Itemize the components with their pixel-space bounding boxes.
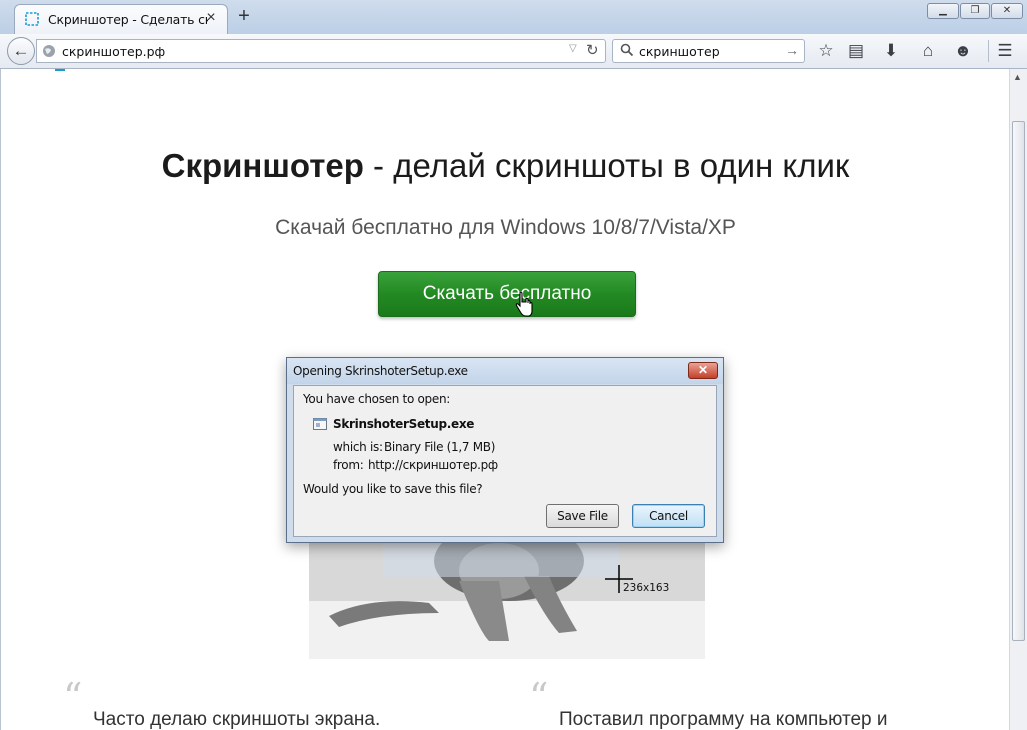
selection-overlay: [383, 539, 619, 577]
window-close-button[interactable]: ✕: [991, 3, 1023, 19]
star-icon[interactable]: ☆: [815, 41, 837, 61]
scroll-up-arrow-icon[interactable]: ▲: [1013, 72, 1022, 82]
quote-mark-icon: “: [529, 675, 549, 719]
smiley-icon[interactable]: ☻: [952, 41, 974, 61]
reading-list-icon[interactable]: ▤: [845, 41, 867, 61]
back-arrow-icon: ←: [12, 41, 30, 60]
tab-close-icon[interactable]: ×: [203, 9, 219, 27]
dialog-filename: SkrinshoterSetup.exe: [333, 417, 475, 431]
save-question: Would you like to save this file?: [303, 482, 483, 496]
address-bar[interactable]: скриншотер.рф ▽ ↻: [36, 39, 606, 63]
testimonial-right-text: Поставил программу на компьютер и: [559, 709, 888, 730]
selection-size-label: 236x163: [623, 582, 670, 594]
tab-title: Скриншотер - Сделать ск...: [48, 12, 208, 27]
home-icon[interactable]: ⌂: [917, 41, 939, 61]
maximize-button[interactable]: ❐: [960, 3, 990, 19]
globe-icon: [43, 45, 55, 57]
scrollbar-thumb[interactable]: [1012, 121, 1025, 641]
cancel-button[interactable]: Cancel: [632, 504, 705, 528]
reload-icon[interactable]: ↻: [586, 41, 599, 59]
quote-mark-icon: “: [63, 675, 83, 719]
search-bar[interactable]: скриншотер →: [612, 39, 805, 63]
toolbar-separator: [988, 40, 989, 62]
testimonial-left-text: Часто делаю скриншоты экрана.: [93, 709, 381, 730]
chosen-to-open-label: You have chosen to open:: [303, 392, 451, 406]
save-file-button[interactable]: Save File: [546, 504, 619, 528]
headline-brand: Скриншотер: [161, 147, 364, 184]
download-icon[interactable]: ⬇: [880, 41, 902, 61]
navigation-toolbar: ← скриншотер.рф ▽ ↻ скриншотер → ☆ ▤ ⬇ ⌂…: [0, 34, 1027, 69]
download-dialog: Opening SkrinshoterSetup.exe ✕ You have …: [286, 357, 724, 543]
dialog-title: Opening SkrinshoterSetup.exe: [293, 364, 468, 378]
url-text: скриншотер.рф: [62, 44, 166, 59]
back-button[interactable]: ←: [7, 37, 35, 65]
page-subheadline: Скачай бесплатно для Windows 10/8/7/Vist…: [275, 216, 736, 239]
site-logo[interactable]: [25, 69, 285, 75]
hand-cursor-icon: [515, 292, 533, 317]
which-is-label: which is:: [333, 440, 383, 454]
executable-file-icon: [313, 418, 327, 430]
menu-icon[interactable]: ☰: [994, 41, 1016, 61]
file-type-value: Binary File (1,7 MB): [384, 440, 496, 454]
browser-tab[interactable]: Скриншотер - Сделать ск... ×: [14, 4, 228, 34]
search-go-icon[interactable]: →: [785, 42, 799, 58]
dialog-close-button[interactable]: ✕: [688, 362, 718, 379]
page-headline: Скриншотер - делай скриншоты в один клик: [1, 147, 1010, 185]
from-label: from:: [333, 458, 364, 472]
history-dropdown-icon[interactable]: ▽: [569, 43, 577, 54]
download-free-button[interactable]: Скачать бесплатно: [378, 271, 636, 317]
vertical-scrollbar[interactable]: ▲: [1009, 69, 1027, 730]
tab-strip: Скриншотер - Сделать ск... × + ▁ ❐ ✕: [0, 0, 1027, 34]
from-url-value: http://скриншотер.рф: [368, 458, 498, 472]
search-icon: [620, 43, 634, 57]
search-input: скриншотер: [639, 44, 720, 59]
new-tab-button[interactable]: +: [234, 6, 254, 26]
screenshot-favicon-icon: [25, 12, 39, 26]
dialog-titlebar[interactable]: Opening SkrinshoterSetup.exe ✕: [287, 358, 723, 384]
minimize-button[interactable]: ▁: [927, 3, 959, 19]
headline-tagline: - делай скриншоты в один клик: [363, 147, 850, 184]
